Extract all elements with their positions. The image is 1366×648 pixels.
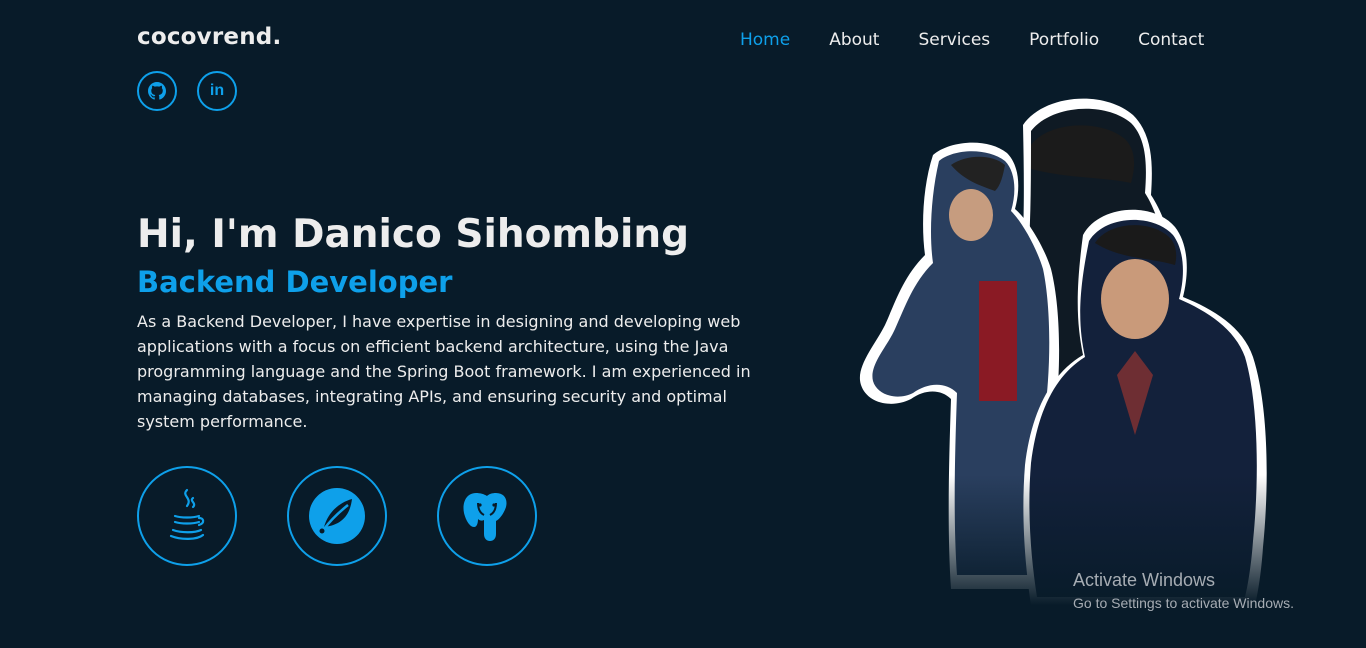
profile-photo	[855, 85, 1285, 605]
nav-link-portfolio[interactable]: Portfolio	[1029, 30, 1099, 50]
github-icon	[148, 82, 166, 100]
activate-windows-subtitle: Go to Settings to activate Windows.	[1073, 595, 1294, 611]
windows-activation-watermark: Activate Windows Go to Settings to activ…	[1073, 570, 1294, 611]
hero-title: Hi, I'm Danico Sihombing	[137, 212, 689, 257]
nav-link-home[interactable]: Home	[740, 30, 790, 50]
nav-link-services[interactable]: Services	[918, 30, 990, 50]
github-link[interactable]	[137, 71, 177, 111]
page: cocovrend. Home About Services Portfolio…	[0, 0, 1366, 648]
hero-description: As a Backend Developer, I have expertise…	[137, 312, 751, 431]
activate-windows-title: Activate Windows	[1073, 570, 1216, 590]
java-badge	[137, 466, 237, 566]
java-icon	[169, 488, 205, 540]
tech-stack	[137, 466, 537, 566]
nav-link-about[interactable]: About	[829, 30, 879, 50]
main-nav: Home About Services Portfolio Contact	[740, 30, 1204, 50]
hero-role: Backend Developer	[137, 265, 453, 299]
linkedin-link[interactable]: in	[197, 71, 237, 111]
postgresql-icon	[463, 493, 507, 541]
postgresql-badge	[437, 466, 537, 566]
spring-icon	[309, 488, 365, 544]
nav-link-contact[interactable]: Contact	[1138, 30, 1204, 50]
spring-badge	[287, 466, 387, 566]
site-logo[interactable]: cocovrend.	[137, 24, 281, 50]
social-links: in	[137, 71, 237, 111]
linkedin-icon: in	[209, 82, 225, 99]
